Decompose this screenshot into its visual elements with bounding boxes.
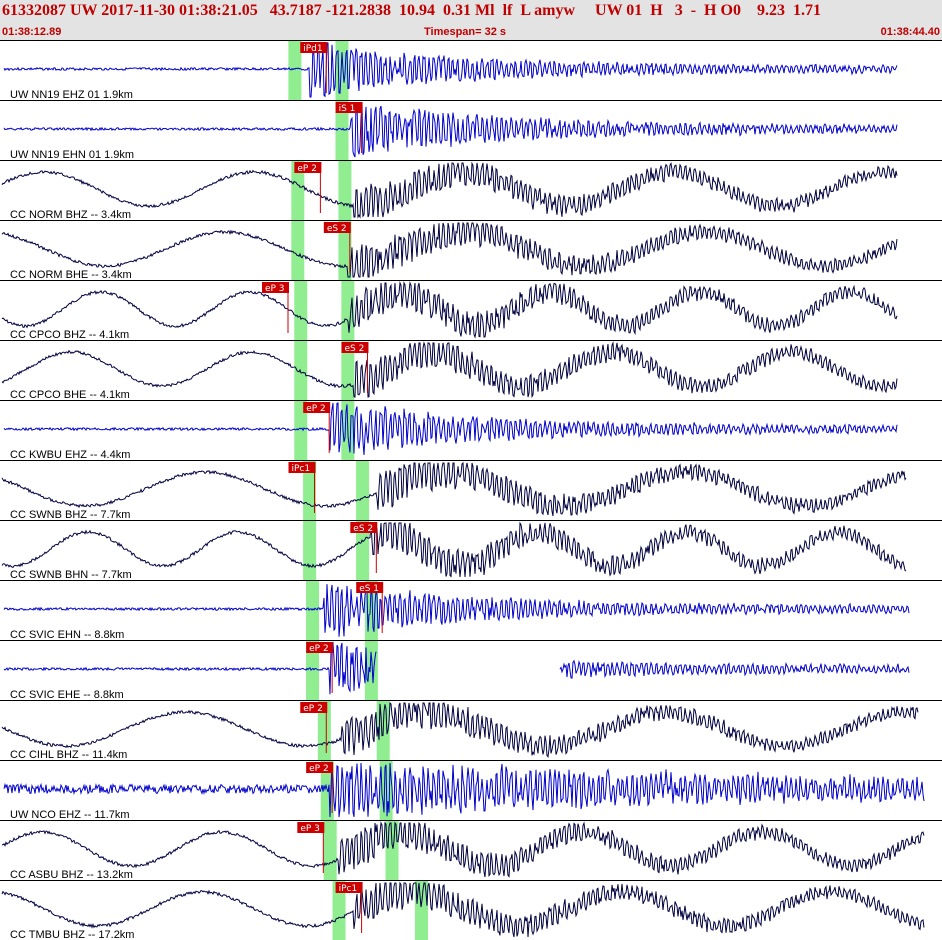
pick-flag[interactable]: eS 2	[323, 222, 351, 234]
waveform	[2, 821, 925, 878]
station-label: CC SWNB BHZ -- 7.7km	[10, 509, 130, 521]
arrival-window	[291, 221, 305, 280]
pick-label: iPd1	[303, 44, 322, 54]
arrival-window	[338, 161, 352, 220]
station-label: CC TMBU BHZ -- 17.2km	[10, 929, 134, 940]
trace-row[interactable]: eP 2 UW NCO EHZ -- 11.7km	[0, 762, 942, 821]
station-label: CC NORM BHE -- 3.4km	[10, 269, 132, 281]
waveform	[1, 881, 925, 938]
pick-label: iPc1	[291, 464, 310, 474]
arrival-window	[303, 521, 317, 580]
station-label: CC NORM BHZ -- 3.4km	[10, 209, 131, 221]
trace-row[interactable]: eP 2 CC CIHL BHZ -- 11.4km	[0, 701, 942, 761]
trace-row[interactable]: eP 2 CC KWBU EHZ -- 4.4km	[0, 402, 942, 461]
trace-row[interactable]: eP 3 CC CPCO BHZ -- 4.1km	[0, 281, 942, 341]
trace-row[interactable]: iPc1 CC SWNB BHZ -- 7.7km	[0, 461, 942, 521]
pick-label: eP 2	[306, 404, 326, 414]
waveform	[1, 521, 907, 578]
pick-flag[interactable]: eS 2	[350, 522, 378, 534]
event-header: 61332087 UW 2017-11-30 01:38:21.05 43.71…	[0, 0, 942, 41]
trace-row[interactable]: eS 2 CC NORM BHE -- 3.4km	[0, 221, 942, 281]
pick-flag[interactable]: eP 2	[300, 702, 328, 714]
station-label: CC SVIC EHN -- 8.8km	[10, 629, 124, 641]
arrival-window	[294, 281, 308, 340]
trace-row[interactable]: iS 1 UW NN19 EHN 01 1.9km	[0, 101, 942, 161]
pick-label: eP 2	[303, 704, 323, 714]
pick-flag[interactable]: eP 3	[261, 282, 289, 294]
trace-row[interactable]: eS 2 CC SWNB BHN -- 7.7km	[0, 521, 942, 581]
trace-row[interactable]: iPd1 UW NN19 EHZ 01 1.9km	[0, 42, 942, 101]
waveform	[1, 701, 919, 758]
pick-flag[interactable]: iPc1	[288, 462, 316, 474]
waveform	[3, 641, 910, 695]
trace-rows: iPd1 UW NN19 EHZ 01 1.9km iS 1 UW NN19 EHN …	[0, 42, 942, 940]
pick-label: iS 1	[339, 104, 356, 114]
event-summary-line: 61332087 UW 2017-11-30 01:38:21.05 43.71…	[2, 2, 821, 19]
pick-label: eS 1	[359, 584, 379, 594]
pick-flag[interactable]: iPd1	[300, 42, 328, 54]
trace-row[interactable]: eP 2 CC SVIC EHE -- 8.8km	[0, 641, 942, 701]
arrival-window	[294, 341, 308, 400]
station-label: CC ASBU BHZ -- 13.2km	[10, 869, 133, 881]
pick-label: eP 3	[300, 824, 320, 834]
pick-flag[interactable]: iPc1	[335, 882, 363, 894]
trace-row[interactable]: eP 2 CC NORM BHZ -- 3.4km	[0, 161, 942, 221]
pick-label: iPc1	[339, 884, 358, 894]
waveform	[3, 584, 910, 637]
station-label: CC CPCO BHZ -- 4.1km	[10, 329, 129, 341]
station-label: UW NN19 EHN 01 1.9km	[10, 149, 134, 161]
waveform	[3, 101, 898, 158]
pick-label: eS 2	[344, 344, 364, 354]
trace-row[interactable]: eS 2 CC CPCO BHE -- 4.1km	[0, 341, 942, 401]
waveform	[3, 762, 925, 818]
station-label: UW NCO EHZ -- 11.7km	[10, 809, 130, 821]
waveform	[3, 42, 898, 98]
timespan-label: Timespan= 32 s	[424, 26, 507, 38]
station-label: UW NN19 EHZ 01 1.9km	[10, 89, 133, 101]
pick-flag[interactable]: eP 2	[303, 402, 331, 414]
station-label: CC SWNB BHN -- 7.7km	[10, 569, 132, 581]
pick-flag[interactable]: eP 2	[306, 642, 334, 654]
arrival-window	[356, 461, 370, 520]
pick-label: eP 2	[309, 644, 329, 654]
pick-label: eS 2	[353, 524, 373, 534]
waveform	[1, 461, 907, 517]
station-label: CC KWBU EHZ -- 4.4km	[10, 449, 130, 461]
trace-row[interactable]: iPc1 CC TMBU BHZ -- 17.2km	[0, 881, 942, 940]
arrival-window	[323, 821, 337, 880]
pick-label: eP 3	[265, 284, 285, 294]
pick-flag[interactable]: eP 2	[294, 162, 322, 174]
arrival-window	[335, 41, 349, 100]
station-label: CC CIHL BHZ -- 11.4km	[10, 749, 127, 761]
arrival-window	[288, 41, 302, 100]
end-time-label: 01:38:44.40	[880, 26, 940, 38]
waveform	[1, 221, 898, 278]
pick-label: eS 2	[327, 224, 347, 234]
waveform	[1, 341, 898, 399]
pick-flag[interactable]: eS 2	[341, 342, 369, 354]
seismogram-panel[interactable]: iPd1 UW NN19 EHZ 01 1.9km iS 1 UW NN19 EHN …	[0, 41, 942, 940]
waveform	[3, 402, 898, 455]
waveform	[1, 161, 898, 219]
pick-flag[interactable]: eS 1	[356, 582, 384, 594]
pick-label: eP 2	[297, 164, 317, 174]
pick-flag[interactable]: iS 1	[335, 102, 363, 114]
trace-row[interactable]: eP 3 CC ASBU BHZ -- 13.2km	[0, 821, 942, 881]
waveform	[1, 281, 898, 339]
pick-flag[interactable]: eP 3	[297, 822, 325, 834]
start-time-label: 01:38:12.89	[2, 26, 62, 38]
station-label: CC SVIC EHE -- 8.8km	[10, 689, 124, 701]
pick-flag[interactable]: eP 2	[306, 762, 334, 774]
pick-label: eP 2	[309, 764, 329, 774]
station-label: CC CPCO BHE -- 4.1km	[10, 389, 130, 401]
trace-row[interactable]: eS 1 CC SVIC EHN -- 8.8km	[0, 582, 942, 641]
